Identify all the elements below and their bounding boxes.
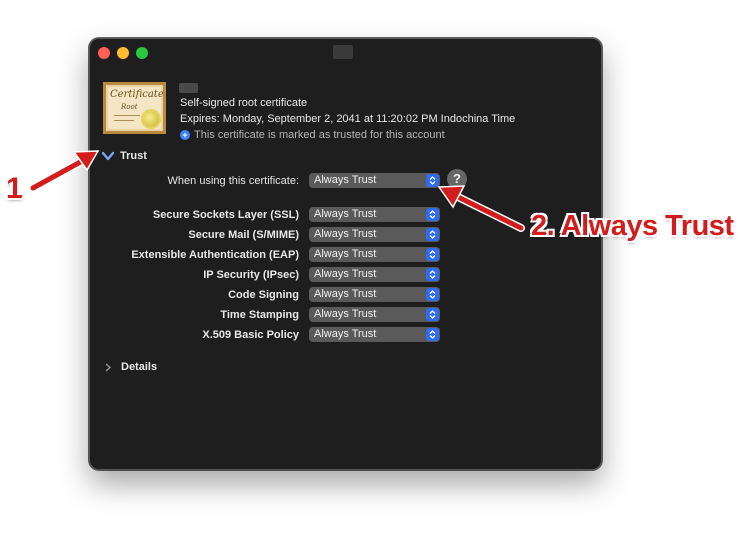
updown-arrows-icon <box>426 268 439 281</box>
x509-popup[interactable]: Always Trust <box>309 327 440 342</box>
updown-arrows-icon <box>426 308 439 321</box>
trust-status-text: This certificate is marked as trusted fo… <box>194 129 445 141</box>
minimize-window-button[interactable] <box>117 47 129 59</box>
popup-value: Always Trust <box>314 288 377 300</box>
certificate-seal-icon <box>143 111 159 127</box>
popup-value: Always Trust <box>314 328 377 340</box>
updown-arrows-icon <box>426 328 439 341</box>
popup-value: Always Trust <box>314 208 377 220</box>
details-disclosure[interactable]: Details <box>105 361 157 373</box>
help-button[interactable]: ? <box>447 169 467 189</box>
row-label-eap: Extensible Authentication (EAP) <box>131 249 299 261</box>
ssl-popup[interactable]: Always Trust <box>309 207 440 222</box>
certificate-window: Certificate Root Self-signed root certif… <box>89 38 602 470</box>
row-label-ipsec: IP Security (IPsec) <box>203 269 299 281</box>
when-using-label: When using this certificate: <box>167 175 299 187</box>
eap-popup[interactable]: Always Trust <box>309 247 440 262</box>
updown-arrows-icon <box>426 248 439 261</box>
time-stamping-popup[interactable]: Always Trust <box>309 307 440 322</box>
window-title-redacted <box>333 45 353 59</box>
plus-circle-icon: + <box>180 130 190 140</box>
popup-value: Always Trust <box>314 308 377 320</box>
updown-arrows-icon <box>426 174 439 187</box>
row-label-time-stamping: Time Stamping <box>220 309 299 321</box>
certificate-icon-subtitle: Root <box>121 103 138 111</box>
zoom-window-button[interactable] <box>136 47 148 59</box>
annotation-step-2: 2. Always Trust <box>531 210 734 242</box>
row-label-x509: X.509 Basic Policy <box>202 329 299 341</box>
close-window-button[interactable] <box>98 47 110 59</box>
trust-disclosure[interactable]: Trust <box>102 150 147 162</box>
code-signing-popup[interactable]: Always Trust <box>309 287 440 302</box>
certificate-type: Self-signed root certificate <box>180 97 308 109</box>
popup-value: Always Trust <box>314 228 377 240</box>
popup-value: Always Trust <box>314 248 377 260</box>
row-label-smime: Secure Mail (S/MIME) <box>188 229 299 241</box>
when-using-popup[interactable]: Always Trust <box>309 173 440 188</box>
certificate-expiry: Expires: Monday, September 2, 2041 at 11… <box>180 113 516 125</box>
row-label-code-signing: Code Signing <box>228 289 299 301</box>
annotation-step-1: 1 <box>6 172 23 205</box>
chevron-right-icon <box>105 363 111 371</box>
updown-arrows-icon <box>426 228 439 241</box>
row-label-ssl: Secure Sockets Layer (SSL) <box>152 209 299 221</box>
certificate-icon-title: Certificate <box>110 89 164 100</box>
updown-arrows-icon <box>426 288 439 301</box>
popup-value: Always Trust <box>314 268 377 280</box>
details-label: Details <box>121 361 158 373</box>
smime-popup[interactable]: Always Trust <box>309 227 440 242</box>
chevron-down-icon <box>102 151 114 161</box>
certificate-icon: Certificate Root <box>103 82 166 134</box>
trust-status: + This certificate is marked as trusted … <box>180 129 445 141</box>
ipsec-popup[interactable]: Always Trust <box>309 267 440 282</box>
popup-value: Always Trust <box>314 174 377 186</box>
updown-arrows-icon <box>426 208 439 221</box>
certificate-name-redacted <box>179 83 198 93</box>
trust-section-label: Trust <box>120 150 147 162</box>
